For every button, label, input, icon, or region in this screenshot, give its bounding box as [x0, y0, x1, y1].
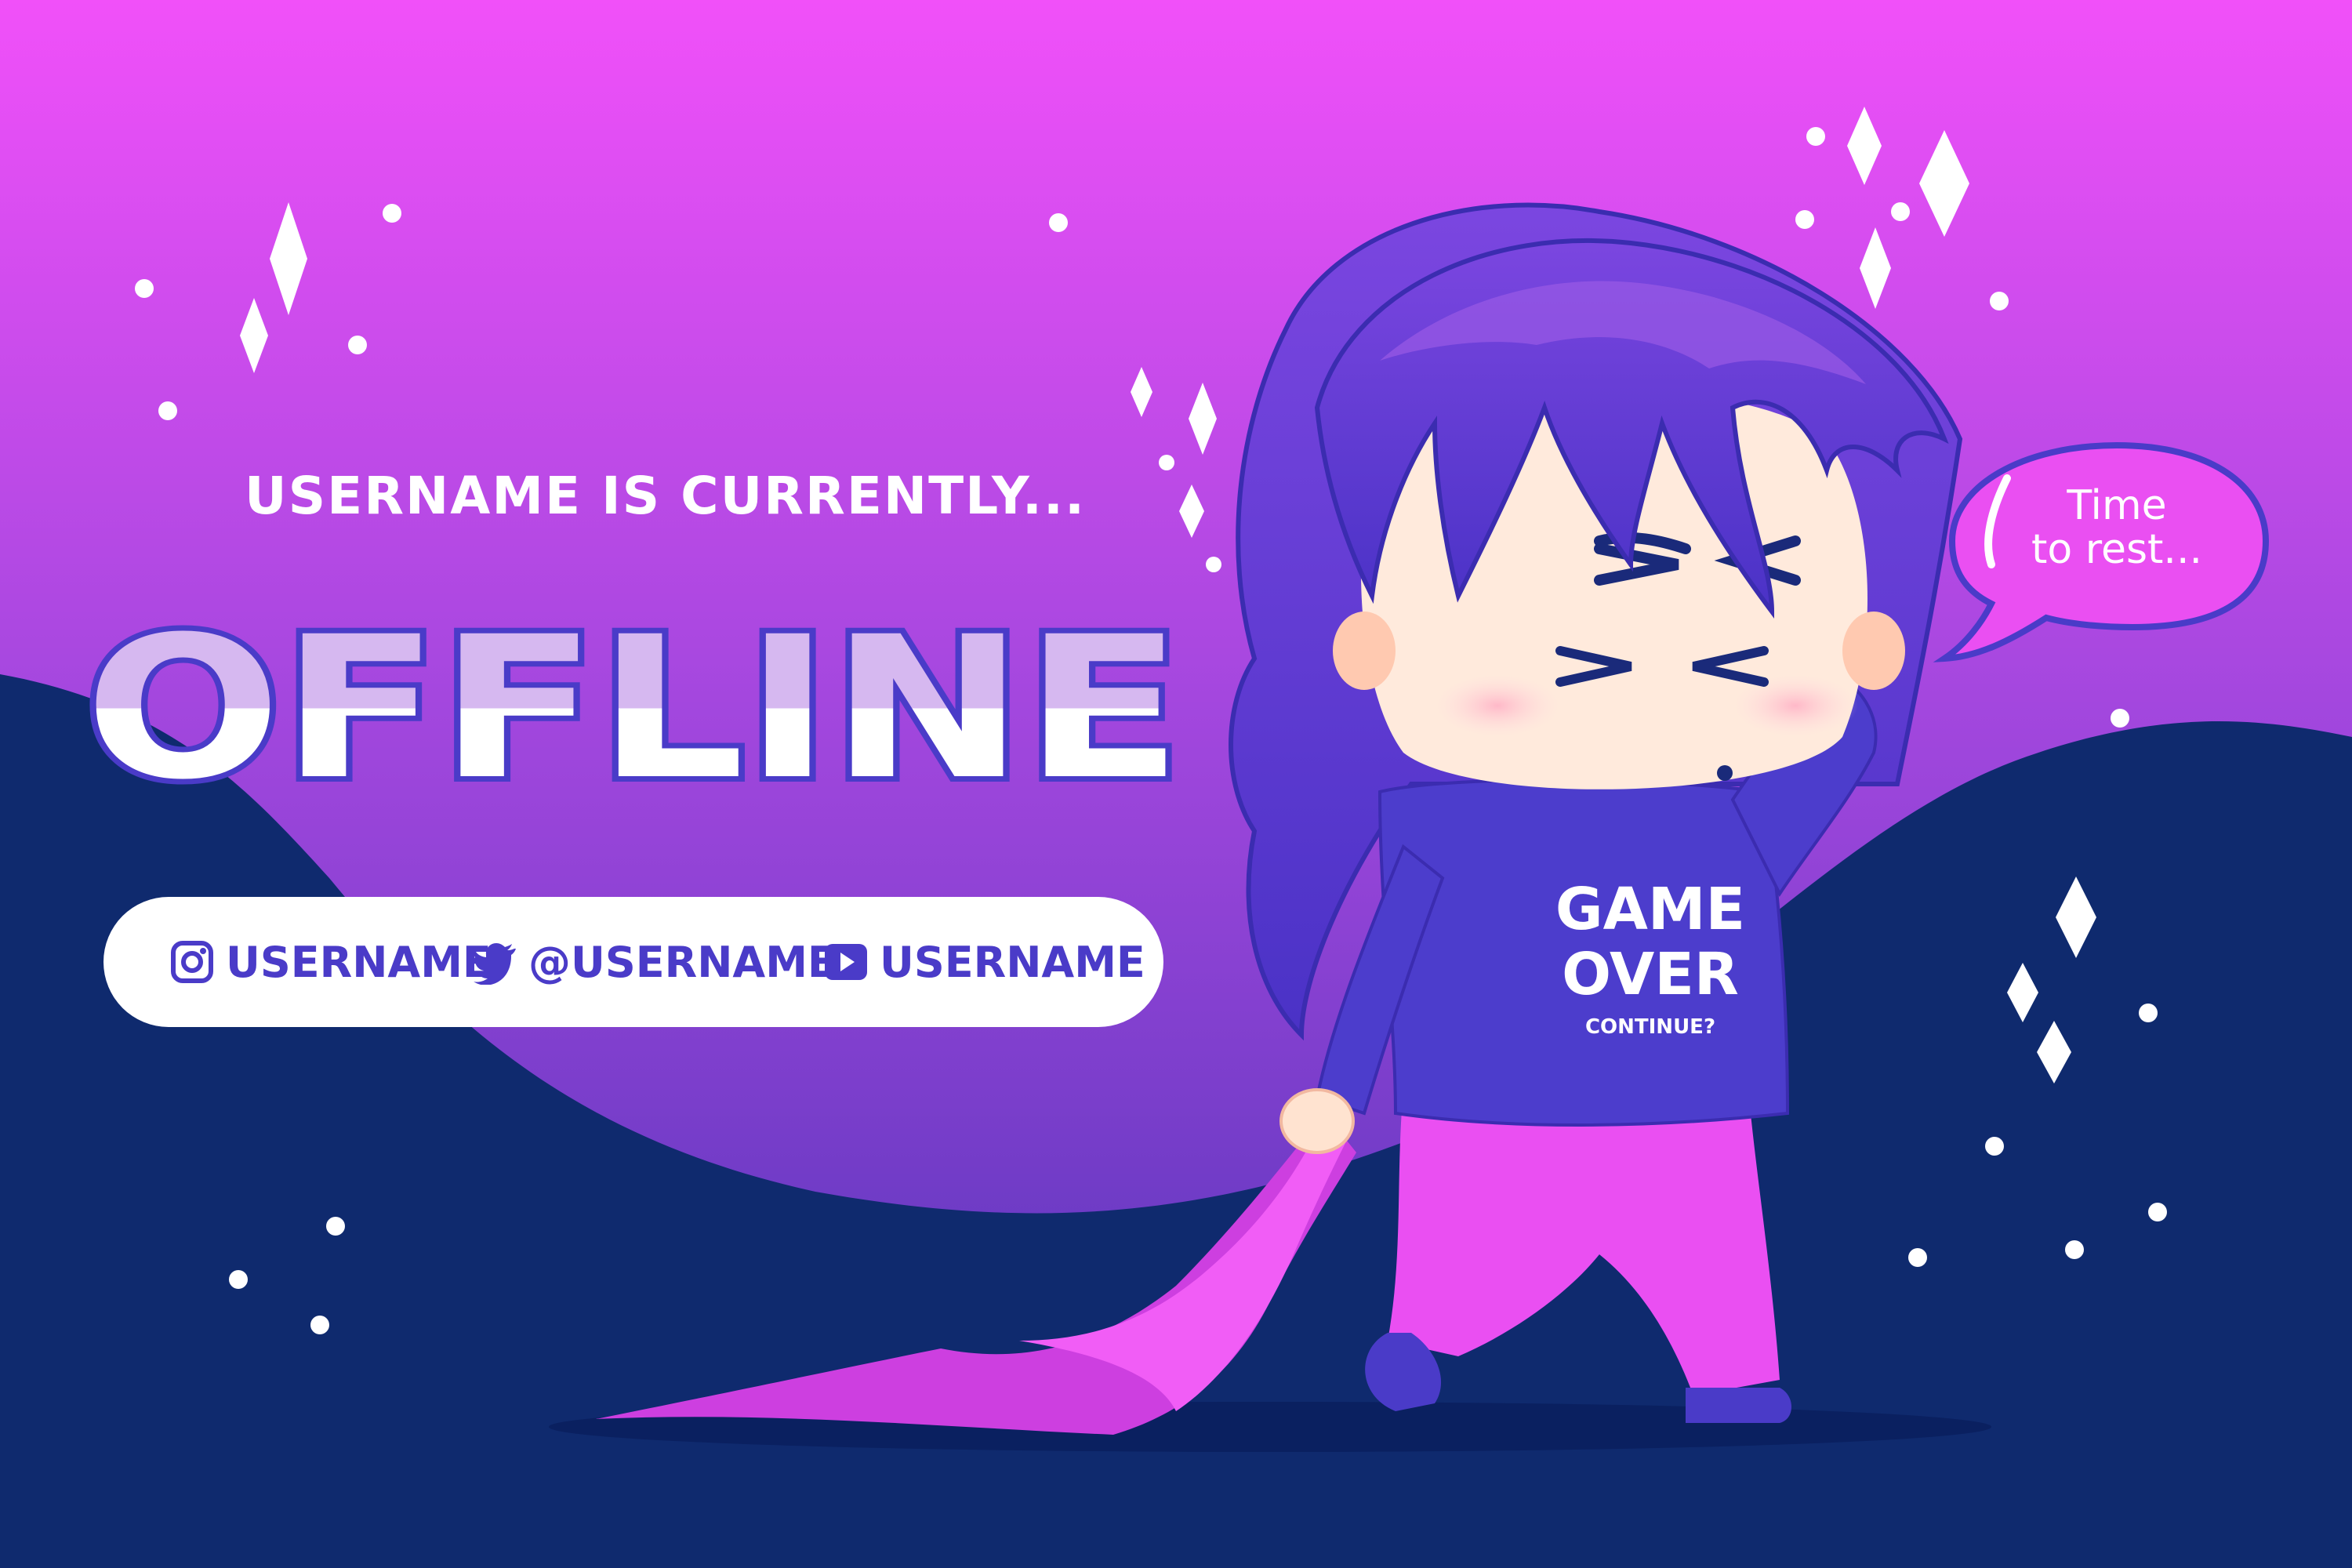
social-item-twitter[interactable]: @USERNAME — [472, 897, 837, 1027]
youtube-icon — [825, 944, 867, 980]
offline-banner: Time to rest... GAME OVER CONTINUE? OFFL… — [0, 0, 2352, 1568]
banner-illustration: Time to rest... GAME OVER CONTINUE? OFFL… — [0, 0, 2352, 1568]
offline-title: OFFLINE — [85, 594, 1182, 822]
shoe-right — [1686, 1388, 1791, 1423]
social-item-youtube[interactable]: USERNAME — [823, 897, 1145, 1027]
social-item-instagram[interactable]: USERNAME — [169, 897, 492, 1027]
speech-bubble-line2: to rest... — [2031, 526, 2202, 573]
instagram-icon — [171, 941, 213, 983]
mouth — [1717, 765, 1733, 781]
hand — [1279, 1088, 1355, 1154]
ear-right — [1842, 612, 1905, 690]
ear-left — [1333, 612, 1396, 690]
twitter-icon — [473, 943, 516, 985]
instagram-username: USERNAME — [226, 937, 492, 987]
youtube-username: USERNAME — [880, 937, 1145, 987]
shirt-line1: GAME — [1555, 876, 1745, 943]
social-links-bar: USERNAME @USERNAME USERNAME — [103, 897, 1163, 1027]
blush-left — [1435, 674, 1560, 737]
speech-bubble-line1: Time — [2066, 482, 2166, 529]
shirt-line3: CONTINUE? — [1585, 1015, 1715, 1039]
shirt-line2: OVER — [1562, 941, 1739, 1008]
twitter-handle: @USERNAME — [528, 937, 837, 987]
status-subtitle: USERNAME IS CURRENTLY... — [245, 466, 1087, 526]
